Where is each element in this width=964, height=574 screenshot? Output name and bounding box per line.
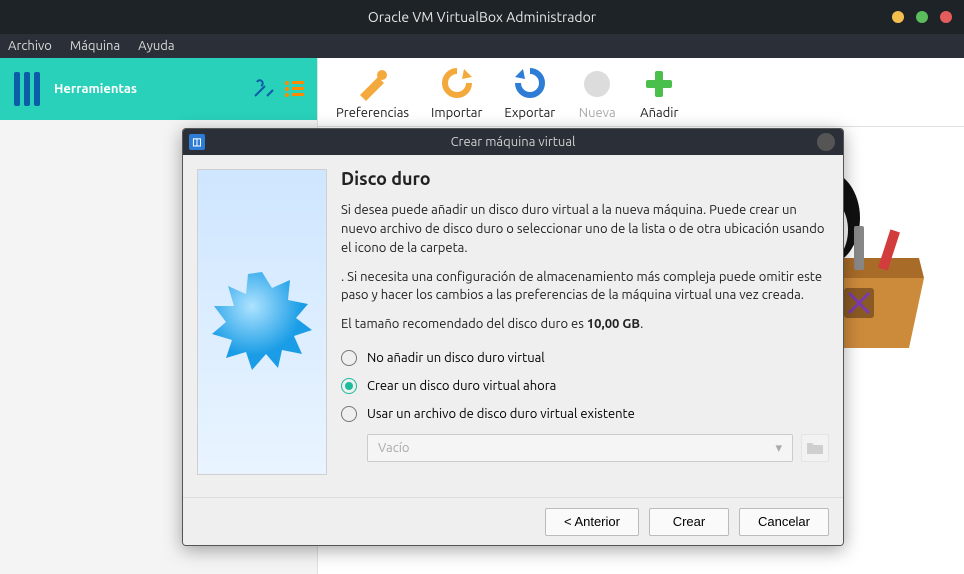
dialog-title-bar: ◫ Crear máquina virtual — [183, 129, 843, 155]
window-title: Oracle VM VirtualBox Administrador — [368, 9, 596, 25]
toolbar-export[interactable]: Exportar — [504, 66, 555, 120]
create-vm-dialog: ◫ Crear máquina virtual Disco duro Si de… — [182, 128, 844, 546]
export-icon — [510, 66, 550, 102]
dialog-app-icon: ◫ — [189, 134, 205, 150]
chevron-down-icon: ▾ — [775, 441, 782, 456]
folder-icon — [806, 440, 824, 456]
radio-icon — [341, 406, 357, 422]
radio-no-disk[interactable]: No añadir un disco duro virtual — [341, 344, 829, 372]
toolbar-import[interactable]: Importar — [431, 66, 482, 120]
browse-folder-button — [801, 434, 829, 462]
tools-header[interactable]: Herramientas — [0, 58, 317, 120]
radio-create-disk[interactable]: Crear un disco duro virtual ahora — [341, 372, 829, 400]
new-icon — [577, 66, 617, 102]
tools-label: Herramientas — [54, 82, 137, 96]
cancel-button[interactable]: Cancelar — [739, 508, 829, 536]
wizard-para-3: El tamaño recomendado del disco duro es … — [341, 315, 829, 334]
back-button[interactable]: < Anterior — [545, 508, 639, 536]
title-bar: Oracle VM VirtualBox Administrador — [0, 0, 964, 34]
wizard-para-2: . Si necesita una configuración de almac… — [341, 268, 829, 306]
existing-disk-row: Vacío ▾ — [367, 434, 829, 462]
wrench-icon[interactable] — [251, 78, 277, 100]
toolbar-add[interactable]: Añadir — [639, 66, 679, 120]
window-controls — [892, 11, 952, 23]
preferences-icon — [353, 66, 393, 102]
toolbar-new: Nueva — [577, 66, 617, 120]
wizard-heading: Disco duro — [341, 169, 829, 189]
wizard-sidebar-image — [197, 169, 327, 475]
list-icon[interactable] — [283, 78, 305, 100]
existing-disk-dropdown: Vacío ▾ — [367, 434, 793, 462]
toolbar: Preferencias Importar Exportar Nueva — [318, 58, 964, 127]
create-button[interactable]: Crear — [649, 508, 729, 536]
menu-bar: Archivo Máquina Ayuda — [0, 34, 964, 58]
dialog-body: Disco duro Si desea puede añadir un disc… — [183, 155, 843, 497]
menu-file[interactable]: Archivo — [8, 39, 52, 53]
minimize-button[interactable] — [892, 11, 904, 23]
menu-machine[interactable]: Máquina — [70, 39, 120, 53]
import-icon — [437, 66, 477, 102]
radio-icon — [341, 350, 357, 366]
add-icon — [639, 66, 679, 102]
tools-icon — [12, 70, 44, 108]
dialog-title: Crear máquina virtual — [451, 135, 576, 149]
dialog-close-button[interactable] — [817, 133, 835, 151]
radio-icon — [341, 378, 357, 394]
wizard-para-1: Si desea puede añadir un disco duro virt… — [341, 201, 829, 258]
radio-existing-disk[interactable]: Usar un archivo de disco duro virtual ex… — [341, 400, 829, 428]
toolbar-preferences[interactable]: Preferencias — [336, 66, 409, 120]
wizard-content: Disco duro Si desea puede añadir un disc… — [341, 169, 829, 483]
maximize-button[interactable] — [916, 11, 928, 23]
menu-help[interactable]: Ayuda — [138, 39, 174, 53]
dialog-footer: < Anterior Crear Cancelar — [183, 497, 843, 545]
close-window-button[interactable] — [940, 11, 952, 23]
